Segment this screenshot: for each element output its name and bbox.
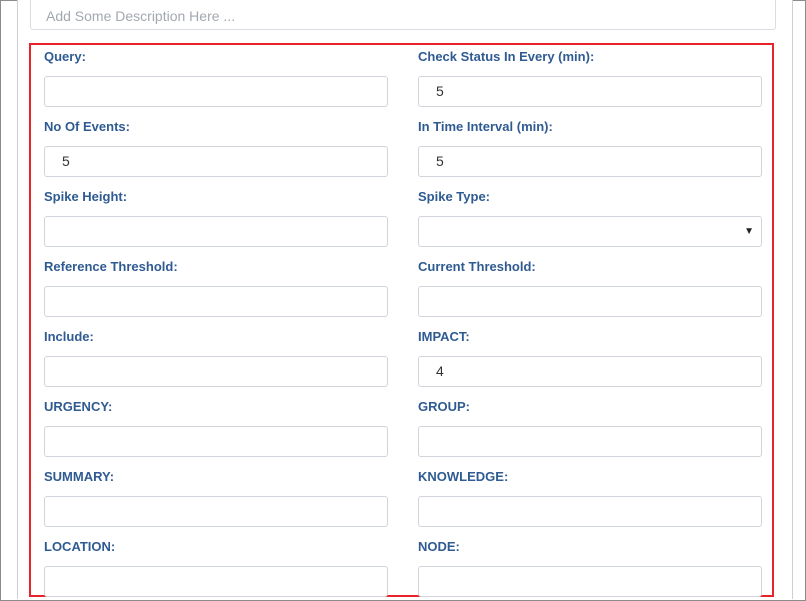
location-label: LOCATION: xyxy=(44,539,116,554)
check-status-field: Check Status In Every (min): 5 xyxy=(418,49,762,107)
current-threshold-input[interactable] xyxy=(418,286,762,317)
include-field: Include: xyxy=(44,329,388,387)
knowledge-field: KNOWLEDGE: xyxy=(418,469,762,527)
urgency-label: URGENCY: xyxy=(44,399,113,414)
check-status-label: Check Status In Every (min): xyxy=(418,49,595,64)
urgency-field: URGENCY: xyxy=(44,399,388,457)
no-of-events-label: No Of Events: xyxy=(44,119,130,134)
summary-input[interactable] xyxy=(44,496,388,527)
impact-input[interactable]: 4 xyxy=(418,356,762,387)
include-label: Include: xyxy=(44,329,94,344)
spike-height-input[interactable] xyxy=(44,216,388,247)
spike-type-select[interactable]: ▼ xyxy=(418,216,762,247)
group-field: GROUP: xyxy=(418,399,762,457)
reference-threshold-input[interactable] xyxy=(44,286,388,317)
description-input[interactable]: Add Some Description Here ... xyxy=(30,0,776,30)
chevron-down-icon[interactable]: ▼ xyxy=(744,217,754,246)
no-of-events-input[interactable]: 5 xyxy=(44,146,388,177)
group-label: GROUP: xyxy=(418,399,470,414)
node-input[interactable] xyxy=(418,566,762,597)
spike-type-label: Spike Type: xyxy=(418,189,491,204)
summary-label: SUMMARY: xyxy=(44,469,115,484)
knowledge-label: KNOWLEDGE: xyxy=(418,469,509,484)
query-label: Query: xyxy=(44,49,86,64)
time-interval-input[interactable]: 5 xyxy=(418,146,762,177)
check-status-input[interactable]: 5 xyxy=(418,76,762,107)
location-input[interactable] xyxy=(44,566,388,597)
reference-threshold-label: Reference Threshold: xyxy=(44,259,178,274)
spike-height-field: Spike Height: xyxy=(44,189,388,247)
no-of-events-field: No Of Events: 5 xyxy=(44,119,388,177)
spike-height-label: Spike Height: xyxy=(44,189,128,204)
impact-label: IMPACT: xyxy=(418,329,470,344)
spike-type-field: Spike Type: ▼ xyxy=(418,189,762,247)
impact-field: IMPACT: 4 xyxy=(418,329,762,387)
time-interval-field: In Time Interval (min): 5 xyxy=(418,119,762,177)
include-input[interactable] xyxy=(44,356,388,387)
summary-field: SUMMARY: xyxy=(44,469,388,527)
urgency-input[interactable] xyxy=(44,426,388,457)
knowledge-input[interactable] xyxy=(418,496,762,527)
current-threshold-field: Current Threshold: xyxy=(418,259,762,317)
node-label: NODE: xyxy=(418,539,460,554)
location-field: LOCATION: xyxy=(44,539,388,597)
query-input[interactable] xyxy=(44,76,388,107)
reference-threshold-field: Reference Threshold: xyxy=(44,259,388,317)
time-interval-label: In Time Interval (min): xyxy=(418,119,553,134)
query-field: Query: xyxy=(44,49,388,107)
group-input[interactable] xyxy=(418,426,762,457)
node-field: NODE: xyxy=(418,539,762,597)
current-threshold-label: Current Threshold: xyxy=(418,259,536,274)
